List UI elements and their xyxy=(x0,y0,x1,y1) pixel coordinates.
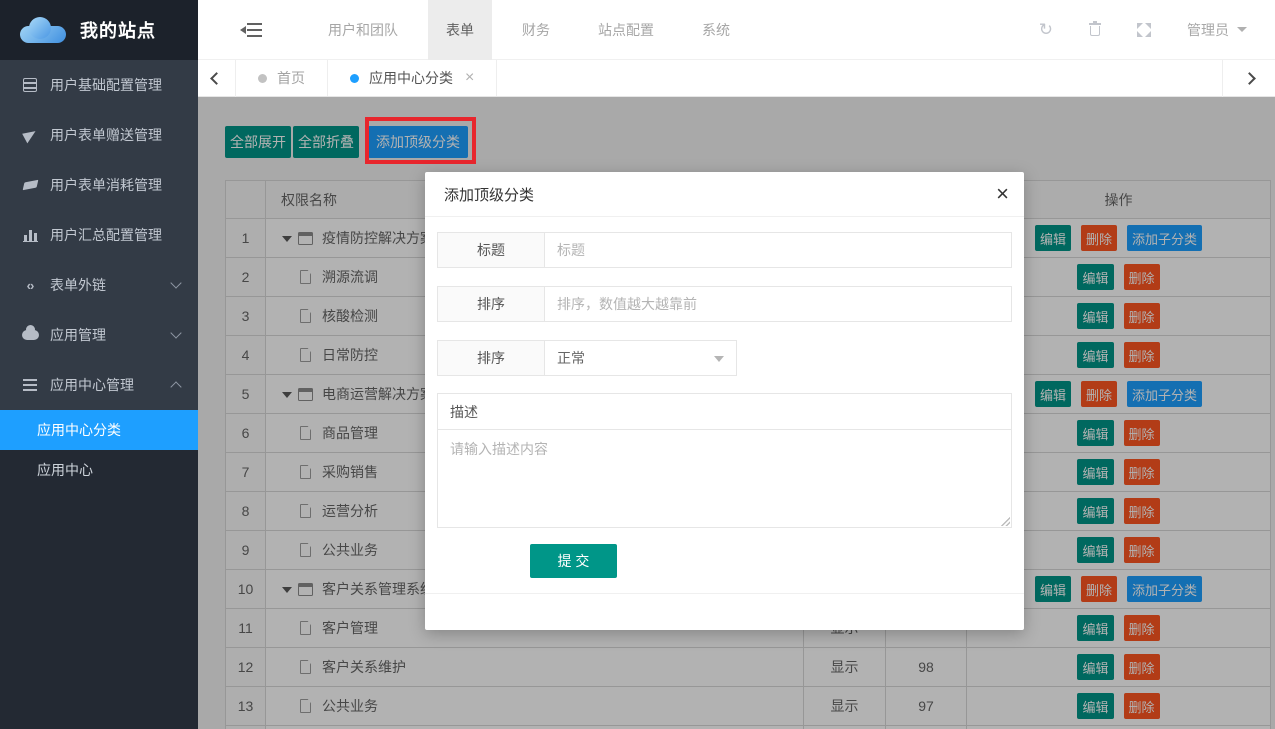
title-form-row: 标题 xyxy=(437,232,1012,268)
sidebar-item-label: 用户汇总配置管理 xyxy=(50,225,180,245)
sidebar-collapse-icon[interactable] xyxy=(240,23,262,37)
description-area-wrap xyxy=(437,429,1012,528)
sidebar-item[interactable]: 用户基础配置管理 xyxy=(0,60,198,110)
tab-dot-icon xyxy=(258,74,267,83)
send-icon xyxy=(20,130,40,141)
status-select[interactable]: 正常 xyxy=(545,340,737,376)
tab-item[interactable]: 首页 xyxy=(236,60,328,96)
list-icon xyxy=(23,379,37,391)
sidebar-item[interactable]: 用户表单赠送管理 xyxy=(0,110,198,160)
user-dropdown[interactable]: 管理员 xyxy=(1187,20,1247,40)
sidebar-subitem[interactable]: 应用中心分类 xyxy=(0,410,198,450)
modal-footer xyxy=(425,593,1024,630)
bar-chart-icon xyxy=(20,229,40,242)
status-form-row: 排序 正常 xyxy=(437,340,737,376)
submit-button[interactable]: 提 交 xyxy=(530,544,617,578)
sidebar-item-label: 应用中心管理 xyxy=(50,375,172,395)
status-field-label: 排序 xyxy=(437,340,545,376)
trash-icon[interactable] xyxy=(1089,23,1101,36)
modal-title: 添加顶级分类 xyxy=(444,184,996,205)
list-icon xyxy=(20,379,40,391)
sidebar-item-label: 用户基础配置管理 xyxy=(50,75,180,95)
sidebar-item-label: 表单外链 xyxy=(50,275,172,295)
tab-close-icon[interactable]: × xyxy=(465,70,474,86)
add-category-modal: 添加顶级分类 × 标题 排序 排序 正常 描述 提 交 xyxy=(425,172,1024,630)
sort-input[interactable] xyxy=(545,286,1012,322)
close-icon[interactable]: × xyxy=(996,183,1009,205)
fullscreen-icon[interactable] xyxy=(1137,23,1151,37)
description-field-label: 描述 xyxy=(437,393,1012,430)
bar-chart-icon xyxy=(23,229,38,242)
modal-body: 标题 排序 排序 正常 描述 提 交 xyxy=(425,217,1024,578)
title-field-label: 标题 xyxy=(437,232,545,268)
sidebar-submenu: 应用中心分类应用中心 xyxy=(0,410,198,490)
sidebar-menu: 用户基础配置管理用户表单赠送管理用户表单消耗管理用户汇总配置管理 ‹› 表单外链应用… xyxy=(0,60,198,410)
chevron-down-icon xyxy=(714,356,724,362)
tabs-scroll-left-button[interactable] xyxy=(198,60,236,97)
tabs-scroll-right-button[interactable] xyxy=(1222,60,1275,97)
eraser-icon xyxy=(20,181,40,189)
link-icon: ‹› xyxy=(27,278,34,293)
nav-item[interactable]: 表单 xyxy=(428,0,492,60)
sidebar-item-label: 用户表单消耗管理 xyxy=(50,175,180,195)
tab-label: 首页 xyxy=(277,68,305,88)
sidebar-item-label: 应用管理 xyxy=(50,325,172,345)
navbar-right: ↻ 管理员 xyxy=(1039,20,1275,40)
sidebar-item[interactable]: ‹› 表单外链 xyxy=(0,260,198,310)
sidebar: 我的站点 用户基础配置管理用户表单赠送管理用户表单消耗管理用户汇总配置管理 ‹› 表… xyxy=(0,0,198,729)
tab-list: 首页 应用中心分类 × xyxy=(236,60,497,96)
link-icon: ‹› xyxy=(20,278,40,293)
site-title: 我的站点 xyxy=(80,17,156,43)
tab-label: 应用中心分类 xyxy=(369,68,453,88)
cloud-icon xyxy=(22,330,39,340)
cloud-logo-icon xyxy=(20,17,66,43)
sidebar-item[interactable]: 用户表单消耗管理 xyxy=(0,160,198,210)
nav-item[interactable]: 用户和团队 xyxy=(310,0,416,60)
sidebar-item[interactable]: 应用管理 xyxy=(0,310,198,360)
nav-item[interactable]: 系统 xyxy=(684,0,748,60)
sidebar-item-label: 用户表单赠送管理 xyxy=(50,125,180,145)
sidebar-subitem[interactable]: 应用中心 xyxy=(0,450,198,490)
description-textarea[interactable] xyxy=(437,429,1012,528)
cloud-icon xyxy=(20,330,40,340)
sidebar-item[interactable]: 应用中心管理 xyxy=(0,360,198,410)
tab-dot-icon xyxy=(350,74,359,83)
status-select-value: 正常 xyxy=(557,348,585,368)
modal-header: 添加顶级分类 × xyxy=(425,172,1024,217)
title-input[interactable] xyxy=(545,232,1012,268)
tab-bar: 首页 应用中心分类 × xyxy=(198,60,1275,97)
eraser-icon xyxy=(22,180,38,191)
chevron-down-icon xyxy=(170,277,181,288)
refresh-icon[interactable]: ↻ xyxy=(1039,21,1053,38)
grid-icon xyxy=(20,78,40,92)
sort-form-row: 排序 xyxy=(437,286,1012,322)
nav-item[interactable]: 财务 xyxy=(504,0,568,60)
grid-icon xyxy=(23,78,37,92)
send-icon xyxy=(22,127,39,143)
sort-field-label: 排序 xyxy=(437,286,545,322)
logo-area: 我的站点 xyxy=(0,0,198,60)
chevron-down-icon xyxy=(1237,27,1247,32)
user-name: 管理员 xyxy=(1187,20,1229,40)
nav-menu: 用户和团队表单财务站点配置系统 xyxy=(298,0,748,60)
top-navbar: 用户和团队表单财务站点配置系统 ↻ 管理员 xyxy=(198,0,1275,60)
sidebar-item[interactable]: 用户汇总配置管理 xyxy=(0,210,198,260)
chevron-down-icon xyxy=(170,327,181,338)
chevron-up-icon xyxy=(170,381,181,392)
tab-item[interactable]: 应用中心分类 × xyxy=(328,60,497,96)
nav-item[interactable]: 站点配置 xyxy=(580,0,672,60)
